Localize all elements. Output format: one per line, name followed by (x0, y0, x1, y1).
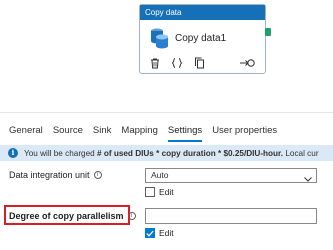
info-prefix: You will be charged (24, 148, 97, 158)
diu-label-row: Data integration unit i (9, 170, 102, 180)
info-suffix: Local cur (283, 148, 319, 158)
activity-name[interactable]: Copy data1 (175, 33, 226, 44)
success-output-port[interactable] (265, 28, 271, 36)
pricing-info-bar: i You will be charged # of used DIUs * c… (0, 145, 333, 161)
diu-edit-checkbox[interactable] (145, 187, 155, 197)
parallelism-edit-row: Edit (145, 228, 174, 238)
parallelism-edit-checkbox[interactable] (145, 228, 155, 238)
database-copy-icon (149, 27, 169, 49)
chevron-down-icon (304, 173, 312, 182)
parallelism-edit-label: Edit (159, 228, 174, 238)
tab-general[interactable]: General (9, 124, 43, 142)
red-highlight-box (4, 205, 130, 225)
info-icon: i (8, 148, 18, 158)
diu-select[interactable]: Auto (145, 168, 317, 183)
checkmark-icon (146, 230, 154, 237)
tab-mapping[interactable]: Mapping (121, 124, 157, 142)
tab-user-properties[interactable]: User properties (212, 124, 277, 142)
diu-select-value: Auto (151, 170, 169, 180)
tab-settings[interactable]: Settings (167, 124, 203, 142)
parallelism-input[interactable] (145, 208, 317, 224)
pricing-info-text: You will be charged # of used DIUs * cop… (24, 149, 319, 158)
tab-source[interactable]: Source (53, 124, 83, 142)
copy-data-activity[interactable]: Copy data Copy data1 (139, 4, 266, 74)
properties-tabs: General Source Sink Mapping Settings Use… (9, 124, 287, 144)
help-icon[interactable]: i (93, 171, 102, 179)
tab-sink[interactable]: Sink (93, 124, 111, 142)
info-bold: # of used DIUs * copy duration * $0.25/D… (96, 148, 284, 158)
activity-type-label: Copy data (140, 5, 265, 20)
diu-label: Data integration unit (9, 170, 90, 180)
diu-edit-row: Edit (145, 187, 174, 197)
next-activity-icon[interactable] (239, 56, 255, 68)
clone-icon[interactable] (193, 57, 205, 69)
code-braces-icon[interactable] (171, 57, 183, 69)
diu-edit-label: Edit (159, 187, 174, 197)
panel-divider (0, 112, 333, 113)
delete-icon[interactable] (149, 57, 161, 69)
